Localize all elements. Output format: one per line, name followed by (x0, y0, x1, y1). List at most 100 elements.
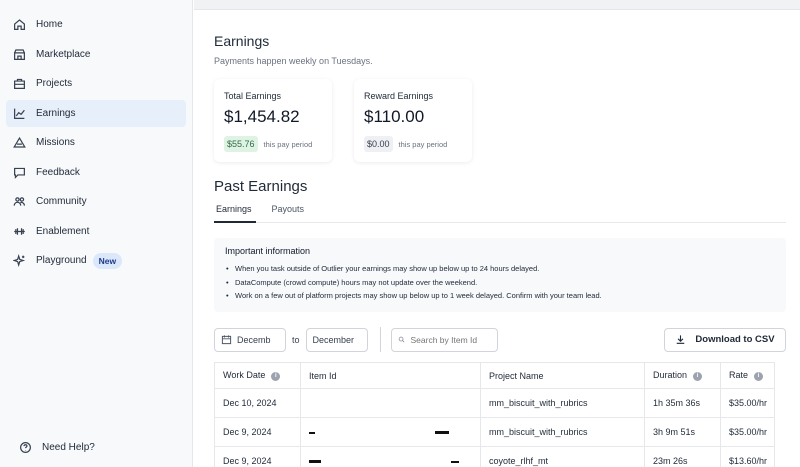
sidebar-item-label: Enablement (36, 225, 90, 237)
table-row[interactable]: Dec 9, 2024 mm_biscuit_with_rubrics 3h 9… (214, 417, 775, 447)
sidebar-item-label: Community (36, 196, 87, 207)
sidebar-item-label: Missions (36, 137, 75, 148)
end-date-input[interactable]: December (305, 327, 368, 352)
cell-project-name: mm_biscuit_with_rubrics (480, 388, 645, 418)
total-earnings-amount: $1,454.82 (224, 107, 300, 126)
info-icon[interactable]: i (693, 371, 703, 381)
sidebar-item-home[interactable]: Home (6, 11, 186, 38)
sidebar-item-playground[interactable]: Playground New (6, 247, 186, 274)
chart-line-icon (13, 107, 26, 120)
cell-work-date: Dec 9, 2024 (214, 417, 301, 447)
help-circle-icon (19, 441, 32, 454)
start-date-value: Decemb (237, 334, 271, 345)
triangle-icon (13, 136, 26, 149)
info-icon[interactable]: i (271, 371, 281, 381)
store-icon (13, 48, 26, 61)
sidebar-nav: Home Marketplace Projects Earnings Missi… (0, 0, 192, 274)
filter-divider (379, 327, 381, 352)
start-date-input[interactable]: Decemb (214, 327, 286, 352)
total-earnings-card: Total Earnings $1,454.82 $55.76 this pay… (214, 79, 332, 162)
cell-duration: 23m 26s (644, 446, 721, 467)
end-date-value: December (312, 334, 355, 345)
search-icon (398, 336, 404, 343)
cell-project-name: coyote_rlhf_mt (480, 446, 645, 467)
cell-item-id-redacted (300, 417, 481, 447)
column-header-work-date[interactable]: Work Date i (214, 362, 301, 389)
info-icon[interactable]: i (754, 371, 764, 381)
people-icon (13, 195, 26, 208)
total-period-label: this pay period (263, 139, 313, 149)
info-item: When you task outside of Outlier your ea… (225, 262, 776, 276)
cell-project-name: mm_biscuit_with_rubrics (480, 417, 645, 447)
table-row[interactable]: Dec 9, 2024 coyote_rlhf_mt 23m 26s $13.6… (214, 446, 775, 467)
search-box[interactable] (390, 327, 498, 352)
important-info-box: Important information When you task outs… (214, 238, 786, 312)
earnings-table: Work Date i Item Id Project Name Duration… (214, 362, 775, 467)
cell-duration: 1h 35m 36s (644, 388, 721, 418)
page-subtitle: Payments happen weekly on Tuesdays. (214, 56, 373, 66)
cell-duration: 3h 9m 51s (644, 417, 721, 447)
info-list: When you task outside of Outlier your ea… (225, 262, 776, 303)
new-badge: New (92, 252, 123, 269)
info-item: Work on a few out of platform projects m… (225, 289, 776, 303)
need-help-label: Need Help? (42, 441, 95, 453)
table-row[interactable]: Dec 10, 2024 mm_biscuit_with_rubrics 1h … (214, 388, 775, 418)
info-title: Important information (225, 246, 311, 256)
download-icon (677, 335, 685, 344)
sidebar: Home Marketplace Projects Earnings Missi… (0, 0, 193, 467)
reward-period-amount: $0.00 (364, 136, 393, 152)
reward-period-label: this pay period (398, 139, 448, 149)
sidebar-item-label: Home (36, 19, 63, 30)
table-header-row: Work Date i Item Id Project Name Duration… (214, 362, 775, 389)
total-earnings-label: Total Earnings (224, 91, 282, 101)
dumbbell-icon (13, 225, 26, 238)
filters-bar: Decemb to December Download to CSV (214, 327, 786, 352)
cell-work-date: Dec 10, 2024 (214, 388, 301, 418)
cell-rate: $13.60/hr (720, 446, 775, 467)
tab-earnings[interactable]: Earnings (214, 202, 256, 223)
sidebar-item-marketplace[interactable]: Marketplace (6, 41, 186, 68)
sidebar-item-label: Playground (36, 255, 87, 266)
past-earnings-tabs: Earnings Payouts (214, 202, 786, 223)
total-period-amount: $55.76 (224, 136, 258, 152)
sidebar-item-label: Marketplace (36, 48, 91, 60)
cell-work-date: Dec 9, 2024 (214, 446, 301, 467)
reward-earnings-card: Reward Earnings $110.00 $0.00 this pay p… (354, 79, 472, 162)
briefcase-icon (13, 77, 26, 90)
main-content: Earnings Payments happen weekly on Tuesd… (194, 0, 800, 467)
home-icon (13, 18, 26, 31)
sparkles-icon (13, 254, 26, 267)
sidebar-item-label: Feedback (36, 166, 80, 178)
need-help-link[interactable]: Need Help? (12, 434, 180, 461)
cell-item-id-redacted (300, 388, 481, 418)
download-csv-button[interactable]: Download to CSV (664, 327, 786, 352)
sidebar-item-label: Projects (36, 78, 73, 89)
sidebar-item-feedback[interactable]: Feedback (6, 159, 186, 186)
column-header-item-id[interactable]: Item Id (300, 362, 481, 389)
info-item: DataCompute (crowd compute) hours may no… (225, 276, 776, 290)
cell-item-id-redacted (300, 446, 481, 467)
sidebar-item-earnings[interactable]: Earnings (6, 99, 186, 127)
chat-icon (13, 166, 26, 179)
download-csv-label: Download to CSV (695, 334, 775, 345)
cell-rate: $35.00/hr (720, 417, 775, 447)
past-earnings-title: Past Earnings (214, 178, 308, 195)
tab-payouts[interactable]: Payouts (271, 202, 306, 222)
earnings-cards: Total Earnings $1,454.82 $55.76 this pay… (214, 79, 786, 162)
top-bar (194, 0, 800, 10)
date-range-to-label: to (292, 334, 300, 345)
sidebar-item-missions[interactable]: Missions (6, 129, 186, 156)
sidebar-item-enablement[interactable]: Enablement (6, 218, 186, 245)
reward-earnings-label: Reward Earnings (364, 91, 434, 101)
cell-rate: $35.00/hr (720, 388, 775, 418)
calendar-icon (221, 334, 232, 345)
sidebar-item-projects[interactable]: Projects (6, 70, 186, 97)
sidebar-item-label: Earnings (36, 107, 76, 119)
search-input[interactable] (410, 334, 491, 345)
reward-earnings-amount: $110.00 (364, 107, 425, 126)
page-title: Earnings (214, 33, 270, 49)
column-header-rate[interactable]: Rate i (720, 362, 775, 389)
column-header-duration[interactable]: Duration i (644, 362, 721, 389)
sidebar-item-community[interactable]: Community (6, 188, 186, 215)
column-header-project-name[interactable]: Project Name (480, 362, 645, 389)
